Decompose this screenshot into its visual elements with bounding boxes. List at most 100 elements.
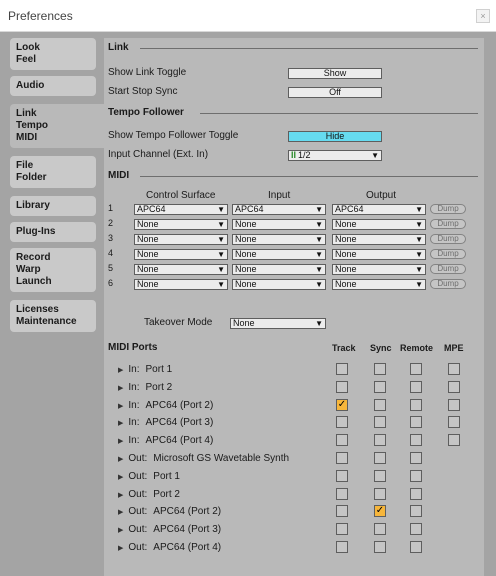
- takeover-mode-select[interactable]: None ▼: [230, 318, 326, 329]
- ports-sync-checkbox[interactable]: [374, 469, 386, 482]
- ports-track-checkbox[interactable]: [336, 363, 348, 375]
- chevron-down-icon: ▼: [217, 250, 225, 259]
- dump-button[interactable]: Dump: [430, 219, 466, 229]
- sidebar-tab[interactable]: Look Feel: [10, 38, 96, 70]
- ports-remote-checkbox[interactable]: [410, 469, 422, 482]
- dump-button[interactable]: Dump: [430, 234, 466, 244]
- expand-arrow-icon[interactable]: ▶: [118, 385, 123, 392]
- port-row[interactable]: ▶ Out: Microsoft GS Wavetable Synth: [118, 453, 289, 464]
- ports-track-checkbox[interactable]: ✓: [336, 398, 348, 411]
- input-channel-select[interactable]: II 1/2 ▼: [288, 150, 382, 161]
- ports-sync-checkbox[interactable]: ✓: [374, 505, 386, 518]
- port-row[interactable]: ▶ In: APC64 (Port 2): [118, 400, 213, 411]
- start-stop-sync-button[interactable]: Off: [288, 87, 382, 98]
- sidebar-tab[interactable]: File Folder: [10, 156, 96, 188]
- input-select[interactable]: APC64 ▼: [232, 204, 326, 215]
- ports-track-checkbox[interactable]: [336, 452, 348, 464]
- port-row[interactable]: ▶ In: APC64 (Port 4): [118, 435, 213, 446]
- ports-track-checkbox[interactable]: [336, 434, 348, 447]
- ports-track-checkbox[interactable]: [336, 416, 348, 429]
- output-select[interactable]: None ▼: [332, 234, 426, 245]
- surface-select[interactable]: None ▼: [134, 219, 228, 230]
- ports-track-checkbox[interactable]: [336, 380, 348, 393]
- ports-mpe-checkbox[interactable]: [448, 380, 460, 393]
- sidebar-tab[interactable]: Record Warp Launch: [10, 248, 96, 292]
- surface-select[interactable]: None ▼: [134, 279, 228, 290]
- port-row[interactable]: ▶ In: APC64 (Port 3): [118, 417, 213, 428]
- expand-arrow-icon[interactable]: ▶: [118, 367, 123, 374]
- ports-mpe-checkbox[interactable]: [448, 416, 460, 429]
- ports-sync-checkbox[interactable]: [374, 398, 386, 411]
- ports-track-checkbox[interactable]: [336, 541, 348, 553]
- input-select[interactable]: None ▼: [232, 264, 326, 275]
- output-select[interactable]: None ▼: [332, 279, 426, 290]
- ports-sync-checkbox[interactable]: [374, 363, 386, 375]
- surface-select[interactable]: None ▼: [134, 234, 228, 245]
- port-row[interactable]: ▶ Out: APC64 (Port 2): [118, 506, 221, 517]
- ports-sync-checkbox[interactable]: [374, 380, 386, 393]
- ports-mpe-checkbox[interactable]: [448, 363, 460, 375]
- ports-sync-checkbox[interactable]: [374, 434, 386, 447]
- port-row[interactable]: ▶ Out: APC64 (Port 3): [118, 524, 221, 535]
- ports-mpe-checkbox[interactable]: [448, 434, 460, 447]
- expand-arrow-icon[interactable]: ▶: [118, 474, 123, 481]
- ports-remote-checkbox[interactable]: [410, 452, 422, 464]
- ports-remote-checkbox[interactable]: [410, 434, 422, 447]
- ports-sync-checkbox[interactable]: [374, 416, 386, 429]
- ports-remote-checkbox[interactable]: [410, 380, 422, 393]
- ports-sync-checkbox[interactable]: [374, 487, 386, 500]
- ports-remote-checkbox[interactable]: [410, 487, 422, 500]
- ports-remote-checkbox[interactable]: [410, 523, 422, 536]
- ports-remote-checkbox[interactable]: [410, 541, 422, 553]
- surface-select[interactable]: None ▼: [134, 249, 228, 260]
- port-row[interactable]: ▶ In: Port 1: [118, 364, 172, 375]
- output-select[interactable]: APC64 ▼: [332, 204, 426, 215]
- input-select[interactable]: None ▼: [232, 279, 326, 290]
- port-row[interactable]: ▶ Out: APC64 (Port 4): [118, 542, 221, 553]
- surface-select[interactable]: None ▼: [134, 264, 228, 275]
- expand-arrow-icon[interactable]: ▶: [118, 492, 123, 499]
- expand-arrow-icon[interactable]: ▶: [118, 456, 123, 463]
- ports-sync-checkbox[interactable]: [374, 523, 386, 536]
- dump-button[interactable]: Dump: [430, 249, 466, 259]
- sidebar-tab[interactable]: Link Tempo MIDI: [10, 104, 106, 148]
- sidebar-tab[interactable]: Library: [10, 196, 96, 216]
- ports-track-checkbox[interactable]: [336, 523, 348, 536]
- expand-arrow-icon[interactable]: ▶: [118, 403, 123, 410]
- expand-arrow-icon[interactable]: ▶: [118, 545, 123, 552]
- ports-track-checkbox[interactable]: [336, 469, 348, 482]
- sidebar-tab[interactable]: Licenses Maintenance: [10, 300, 96, 332]
- ports-remote-checkbox[interactable]: [410, 398, 422, 411]
- takeover-mode-value: None: [233, 318, 255, 328]
- dump-button[interactable]: Dump: [430, 264, 466, 274]
- dump-button[interactable]: Dump: [430, 279, 466, 289]
- output-select[interactable]: None ▼: [332, 264, 426, 275]
- port-row[interactable]: ▶ Out: Port 2: [118, 489, 180, 500]
- ports-sync-checkbox[interactable]: [374, 541, 386, 553]
- surface-select[interactable]: APC64 ▼: [134, 204, 228, 215]
- ports-sync-checkbox[interactable]: [374, 452, 386, 464]
- input-select[interactable]: None ▼: [232, 249, 326, 260]
- ports-remote-checkbox[interactable]: [410, 505, 422, 518]
- port-row[interactable]: ▶ In: Port 2: [118, 382, 172, 393]
- dump-button[interactable]: Dump: [430, 204, 466, 214]
- input-select[interactable]: None ▼: [232, 234, 326, 245]
- port-row[interactable]: ▶ Out: Port 1: [118, 471, 180, 482]
- ports-remote-checkbox[interactable]: [410, 416, 422, 429]
- sidebar-tab[interactable]: Plug-Ins: [10, 222, 96, 242]
- ports-track-checkbox[interactable]: [336, 487, 348, 500]
- sidebar-tab[interactable]: Audio: [10, 76, 96, 96]
- expand-arrow-icon[interactable]: ▶: [118, 509, 123, 516]
- ports-track-checkbox[interactable]: [336, 505, 348, 518]
- ports-remote-checkbox[interactable]: [410, 363, 422, 375]
- output-select[interactable]: None ▼: [332, 249, 426, 260]
- show-tempo-follower-toggle-button[interactable]: Hide: [288, 131, 382, 142]
- expand-arrow-icon[interactable]: ▶: [118, 527, 123, 534]
- expand-arrow-icon[interactable]: ▶: [118, 438, 123, 445]
- output-select[interactable]: None ▼: [332, 219, 426, 230]
- expand-arrow-icon[interactable]: ▶: [118, 420, 123, 427]
- input-select[interactable]: None ▼: [232, 219, 326, 230]
- close-icon[interactable]: ×: [476, 9, 490, 23]
- ports-mpe-checkbox[interactable]: [448, 398, 460, 411]
- show-link-toggle-button[interactable]: Show: [288, 68, 382, 79]
